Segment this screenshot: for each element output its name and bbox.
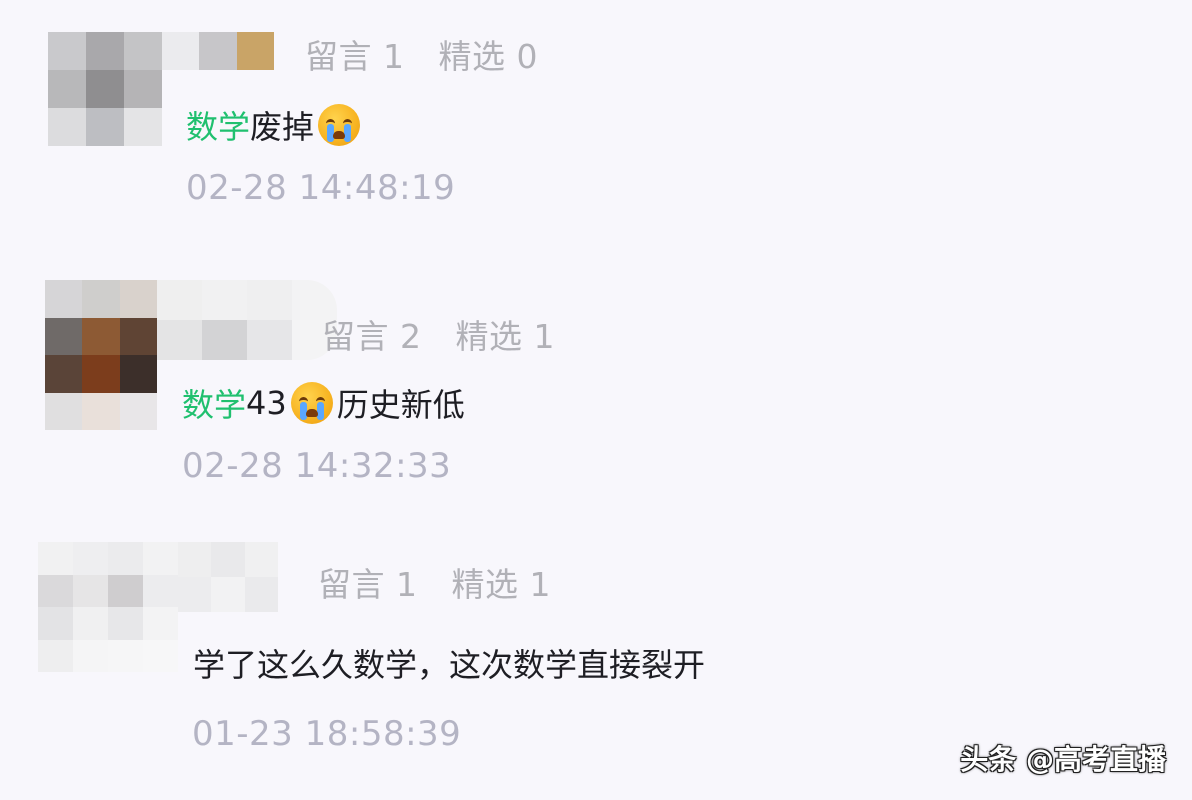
username-blurred[interactable]	[178, 542, 278, 612]
comment-text: 数学 废掉	[186, 102, 364, 148]
comment-item: 留言 1 精选 1 学了这么久数学，这次数学直接裂开 01-23 18:58:39	[0, 530, 1192, 770]
featured-count: 精选 0	[438, 37, 538, 76]
comment-item: 留言 1 精选 0 数学 废掉 02-28 14:48:19	[0, 0, 1192, 230]
comment-stats: 留言 1 精选 1	[318, 558, 551, 606]
crying-face-icon	[318, 104, 361, 146]
watermark: 头条 @高考直播	[960, 743, 1166, 776]
username-blurred[interactable]	[157, 280, 337, 360]
comment-body: 学了这么久数学，这次数学直接裂开	[193, 646, 706, 684]
reply-count: 留言 1	[318, 565, 418, 604]
comment-body: 废掉	[250, 108, 315, 146]
timestamp: 01-23 18:58:39	[192, 714, 462, 754]
avatar[interactable]	[48, 32, 162, 146]
comment-stats: 留言 1 精选 0	[305, 30, 538, 78]
comment-text: 数学 43 历史新低	[182, 380, 465, 426]
avatar[interactable]	[45, 280, 157, 430]
topic-tag[interactable]: 数学	[182, 380, 246, 426]
avatar[interactable]	[38, 542, 178, 672]
username-blurred[interactable]	[162, 32, 274, 70]
reply-count: 留言 1	[305, 37, 405, 76]
comment-body: 43	[246, 384, 287, 422]
featured-count: 精选 1	[455, 317, 555, 356]
timestamp: 02-28 14:48:19	[186, 168, 456, 208]
comment-item: 留言 2 精选 1 数学 43 历史新低 02-28 14:32:33	[0, 260, 1192, 510]
comment-stats: 留言 2 精选 1	[322, 310, 555, 358]
comment-body-suffix: 历史新低	[336, 386, 465, 424]
topic-tag[interactable]: 数学	[186, 102, 250, 148]
featured-count: 精选 1	[451, 565, 551, 604]
comment-text: 学了这么久数学，这次数学直接裂开	[193, 640, 705, 686]
reply-count: 留言 2	[322, 317, 422, 356]
crying-face-icon	[290, 382, 333, 424]
timestamp: 02-28 14:32:33	[182, 446, 452, 486]
